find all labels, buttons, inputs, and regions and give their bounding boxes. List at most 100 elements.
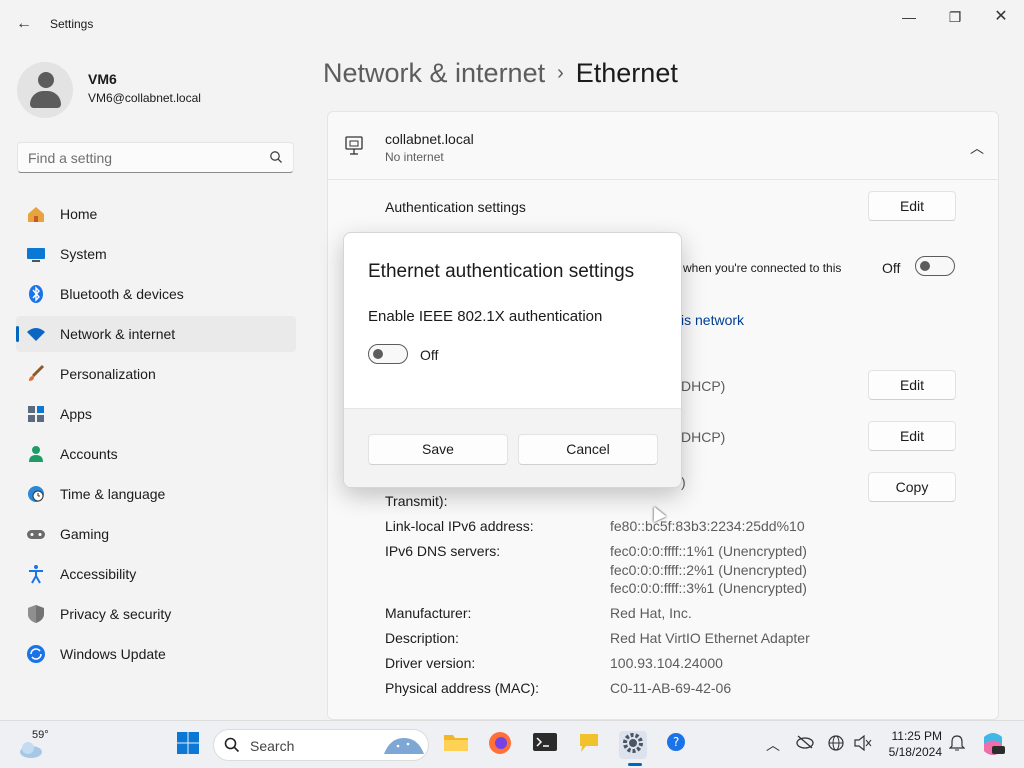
sidebar-item-personalization[interactable]: Personalization bbox=[16, 356, 296, 392]
ethernet-icon bbox=[344, 134, 366, 156]
brush-icon bbox=[26, 364, 46, 384]
system-icon bbox=[26, 244, 46, 264]
weather-temp: 59° bbox=[32, 729, 49, 741]
search-icon bbox=[269, 150, 283, 164]
taskbar-search-placeholder: Search bbox=[250, 738, 295, 754]
ieee-8021x-label: Enable IEEE 802.1X authentication bbox=[368, 308, 603, 325]
restore-button[interactable]: ❐ bbox=[932, 6, 978, 28]
breadcrumb-separator: › bbox=[557, 62, 564, 84]
file-explorer-icon[interactable] bbox=[442, 731, 470, 759]
sidebar-item-accessibility[interactable]: Accessibility bbox=[16, 556, 296, 592]
description-label: Description: bbox=[385, 630, 459, 646]
show-hidden-icons-chevron-up-icon[interactable]: ︿ bbox=[766, 735, 780, 755]
ip-edit-button[interactable]: Edit bbox=[868, 370, 956, 400]
globe-clock-icon bbox=[26, 484, 46, 504]
sidebar-item-windows-update[interactable]: Windows Update bbox=[16, 636, 296, 672]
copilot-icon[interactable] bbox=[980, 731, 1006, 760]
authentication-settings-label: Authentication settings bbox=[385, 199, 526, 215]
sidebar-nav: Home System Bluetooth & devices Network … bbox=[16, 196, 296, 676]
search-highlight-icon bbox=[382, 734, 426, 761]
save-button[interactable]: Save bbox=[368, 434, 508, 465]
link-speed-label: Transmit): bbox=[385, 493, 448, 509]
dns-server-3: fec0:0:0:ffff::3%1 (Unencrypted) bbox=[610, 580, 807, 596]
chevron-up-icon[interactable]: ︿ bbox=[970, 138, 984, 158]
sidebar-item-time-language[interactable]: Time & language bbox=[16, 476, 296, 512]
weather-widget[interactable]: 59° bbox=[18, 729, 49, 759]
clock[interactable]: 11:25 PM 5/18/2024 bbox=[884, 728, 942, 760]
auth-settings-dialog: Ethernet authentication settings Enable … bbox=[343, 232, 682, 488]
sidebar-item-privacy[interactable]: Privacy & security bbox=[16, 596, 296, 632]
avatar[interactable] bbox=[17, 62, 73, 118]
sidebar-item-home[interactable]: Home bbox=[16, 196, 296, 232]
onedrive-offline-icon[interactable] bbox=[796, 735, 814, 752]
breadcrumb-parent[interactable]: Network & internet bbox=[323, 58, 545, 88]
network-status: No internet bbox=[385, 150, 444, 164]
minimize-button[interactable]: — bbox=[886, 6, 932, 28]
apps-icon bbox=[26, 404, 46, 424]
firefox-icon[interactable] bbox=[486, 731, 514, 759]
mac-address-label: Physical address (MAC): bbox=[385, 680, 540, 696]
driver-version-label: Driver version: bbox=[385, 655, 476, 671]
back-arrow-icon[interactable]: ← bbox=[14, 14, 34, 34]
toggle-state-label: Off bbox=[420, 347, 439, 363]
description-value: Red Hat VirtIO Ethernet Adapter bbox=[610, 630, 810, 646]
dialog-footer: Save Cancel bbox=[344, 408, 681, 487]
sidebar-item-system[interactable]: System bbox=[16, 236, 296, 272]
copy-button[interactable]: Copy bbox=[868, 472, 956, 502]
dns-servers-label: IPv6 DNS servers: bbox=[385, 543, 501, 559]
accessibility-icon bbox=[26, 564, 46, 584]
shield-icon bbox=[26, 604, 46, 624]
metered-toggle[interactable] bbox=[915, 256, 955, 276]
cancel-button[interactable]: Cancel bbox=[518, 434, 658, 465]
dns-server-2: fec0:0:0:ffff::2%1 (Unencrypted) bbox=[610, 562, 807, 578]
network-header[interactable]: collabnet.local No internet ︿ bbox=[328, 112, 998, 180]
mac-address-value: C0-11-AB-69-42-06 bbox=[610, 680, 732, 696]
manufacturer-value: Red Hat, Inc. bbox=[610, 605, 692, 621]
speaker-muted-icon[interactable] bbox=[854, 734, 872, 754]
metered-connection-text: e when you're connected to this bbox=[673, 261, 842, 275]
user-name: VM6 bbox=[88, 71, 117, 87]
manufacturer-label: Manufacturer: bbox=[385, 605, 472, 621]
gamepad-icon bbox=[26, 524, 46, 544]
dns-edit-button[interactable]: Edit bbox=[868, 421, 956, 451]
get-help-icon[interactable]: ? bbox=[663, 731, 691, 759]
driver-version-value: 100.93.104.24000 bbox=[610, 655, 723, 671]
home-icon bbox=[26, 204, 46, 224]
settings-gear-icon[interactable] bbox=[619, 731, 647, 766]
taskbar-search-icon bbox=[224, 737, 240, 756]
search-input[interactable]: Find a setting bbox=[17, 142, 294, 173]
app-title: Settings bbox=[50, 17, 94, 31]
page-title: Ethernet bbox=[575, 58, 678, 88]
search-placeholder: Find a setting bbox=[28, 150, 113, 166]
network-globe-icon[interactable] bbox=[828, 735, 844, 754]
clock-date: 5/18/2024 bbox=[888, 745, 942, 759]
start-icon[interactable] bbox=[174, 731, 202, 759]
auth-edit-button[interactable]: Edit bbox=[868, 191, 956, 221]
update-icon bbox=[26, 644, 46, 664]
taskbar-search[interactable]: Search bbox=[213, 729, 429, 761]
user-email: VM6@collabnet.local bbox=[88, 91, 201, 105]
wifi-icon bbox=[26, 324, 46, 344]
taskbar: 59° Search ? ︿ 11:25 PM 5/18/2024 bbox=[0, 720, 1024, 768]
ieee-8021x-toggle[interactable] bbox=[368, 344, 408, 364]
data-usage-link[interactable]: is network bbox=[681, 312, 744, 328]
sidebar-item-gaming[interactable]: Gaming bbox=[16, 516, 296, 552]
sidebar: VM6 VM6@collabnet.local Find a setting H… bbox=[0, 48, 310, 720]
svg-text:?: ? bbox=[673, 735, 679, 749]
sidebar-item-network[interactable]: Network & internet bbox=[16, 316, 296, 352]
close-button[interactable]: ✕ bbox=[978, 6, 1024, 28]
dialog-title: Ethernet authentication settings bbox=[368, 261, 635, 282]
feedback-icon[interactable] bbox=[575, 731, 603, 759]
terminal-icon[interactable] bbox=[531, 731, 559, 759]
ipv6-label: Link-local IPv6 address: bbox=[385, 518, 534, 534]
bluetooth-icon bbox=[26, 284, 46, 304]
dns-assignment-value: DHCP) bbox=[681, 429, 726, 445]
sidebar-item-accounts[interactable]: Accounts bbox=[16, 436, 296, 472]
sidebar-item-apps[interactable]: Apps bbox=[16, 396, 296, 432]
sidebar-item-bluetooth[interactable]: Bluetooth & devices bbox=[16, 276, 296, 312]
notification-bell-icon[interactable] bbox=[948, 735, 966, 754]
person-icon bbox=[26, 444, 46, 464]
ip-assignment-value: DHCP) bbox=[681, 378, 726, 394]
breadcrumb: Network & internet › Ethernet bbox=[323, 58, 678, 89]
ipv6-value: fe80::bc5f:83b3:2234:25dd%10 bbox=[610, 518, 805, 534]
